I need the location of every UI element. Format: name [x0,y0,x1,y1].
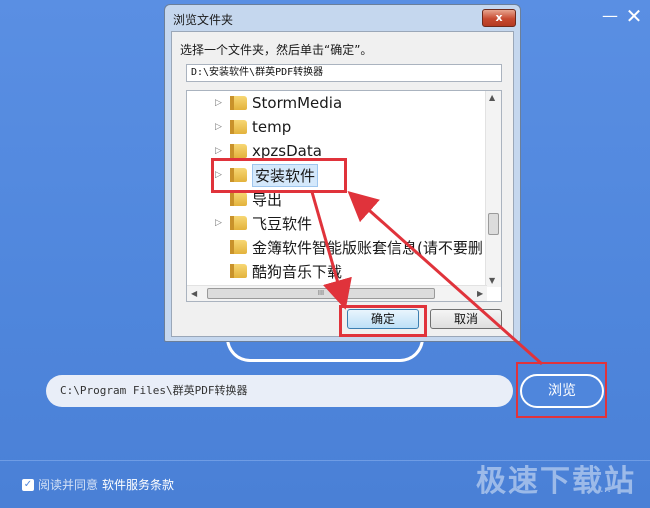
tree-item[interactable]: ▷ temp [187,115,291,139]
folder-icon [230,264,247,278]
folder-icon [230,120,247,134]
tree-item-label: 酷狗音乐下载 [252,262,343,281]
close-icon[interactable]: ✕ [624,6,644,26]
tree-item-label: temp [252,118,292,136]
watermark-logo: 极速下载站 [476,464,636,499]
scroll-left-icon[interactable]: ◀ [191,289,197,298]
agreement-row: ✓ 阅读并同意 软件服务条款 [22,476,174,493]
scroll-up-icon[interactable]: ▲ [489,93,495,102]
vertical-scroll-thumb[interactable] [488,213,499,235]
dialog-close-button[interactable]: x [482,9,516,27]
folder-icon [230,96,247,110]
expand-arrow-icon[interactable]: ▷ [215,146,225,156]
tree-item[interactable]: 金簿软件智能版账套信息(请不要删 [187,235,483,259]
tree-item-label: StormMedia [252,94,343,112]
expand-arrow-icon[interactable]: ▷ [215,122,225,132]
agree-checkbox[interactable]: ✓ [22,478,34,491]
tree-item[interactable]: ▷ StormMedia [187,91,342,115]
dialog-title: 浏览文件夹 [173,13,234,27]
scroll-down-icon[interactable]: ▼ [489,276,495,285]
expand-arrow-icon[interactable]: ▷ [215,218,225,228]
ok-highlight-box [339,305,427,337]
dialog-prompt: 选择一个文件夹，然后单击“确定”。 [180,43,373,57]
cancel-button[interactable]: 取消 [430,309,502,329]
horizontal-scroll-thumb[interactable]: III [207,288,435,299]
tree-item[interactable]: 酷狗音乐下载 [187,259,342,283]
terms-link[interactable]: 软件服务条款 [102,476,174,493]
minimize-icon[interactable]: — [600,6,620,26]
scroll-right-icon[interactable]: ▶ [477,289,483,298]
folder-icon [230,144,247,158]
folder-icon [230,192,247,206]
tree-horizontal-scrollbar[interactable]: ◀ III ▶ [187,285,487,301]
install-path-field[interactable]: C:\Program Files\群英PDF转换器 [46,375,513,407]
folder-icon [230,216,247,230]
tree-item-label: 飞豆软件 [252,214,313,233]
agree-text: 阅读并同意 [38,478,99,492]
dialog-path-field[interactable]: D:\安装软件\群英PDF转换器 [186,64,502,82]
watermark-sub: … [600,482,611,495]
tree-item[interactable]: ▷ 飞豆软件 [187,211,312,235]
browse-highlight-box [516,362,607,418]
expand-arrow-icon[interactable]: ▷ [215,98,225,108]
folder-icon [230,240,247,254]
selected-folder-highlight-box [211,158,347,193]
tree-item-label: 金簿软件智能版账套信息(请不要删 [252,238,483,257]
tree-vertical-scrollbar[interactable]: ▲ ▼ [485,91,501,287]
folder-tree[interactable]: ▷ StormMedia ▷ temp ▷ xpzsData ▷ 安装软件 导出 ▷ 飞豆软件 金簿软… [186,90,502,302]
